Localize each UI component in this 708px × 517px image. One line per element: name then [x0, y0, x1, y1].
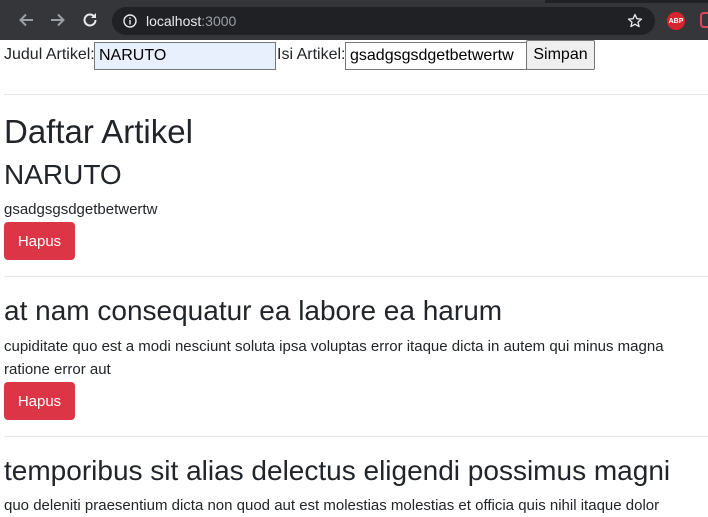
page-title: Daftar Artikel — [4, 113, 193, 150]
hapus-button[interactable]: Hapus — [4, 382, 75, 420]
isi-input[interactable]: gsadgsgsdgetbetwertw — [345, 42, 527, 70]
url-port: :3000 — [201, 13, 237, 29]
back-icon[interactable] — [15, 9, 37, 31]
address-bar[interactable]: localhost:3000 — [112, 7, 655, 35]
info-icon[interactable] — [123, 14, 137, 28]
active-tab-edge — [0, 0, 545, 3]
bookmark-star-icon[interactable] — [627, 13, 643, 29]
tab-strip — [0, 0, 708, 3]
simpan-button[interactable]: Simpan — [526, 40, 595, 70]
forward-icon[interactable] — [47, 9, 69, 31]
article-title: NARUTO — [4, 159, 122, 190]
judul-label: Judul Artikel: — [4, 46, 95, 63]
article-body: gsadgsgsdgetbetwertw — [4, 201, 158, 218]
extension-icon[interactable] — [700, 12, 708, 28]
divider — [4, 276, 708, 277]
article-body: quo deleniti praesentium dicta non quod … — [4, 497, 660, 514]
judul-input[interactable]: NARUTO — [94, 42, 276, 70]
isi-label: Isi Artikel: — [277, 46, 346, 63]
article-body: cupiditate quo est a modi nesciunt solut… — [4, 338, 664, 355]
adblock-icon[interactable]: ABP — [667, 12, 685, 30]
reload-icon[interactable] — [79, 9, 101, 31]
divider — [4, 94, 708, 95]
url-text[interactable]: localhost:3000 — [146, 13, 236, 29]
divider — [4, 436, 708, 437]
article-title: at nam consequatur ea labore ea harum — [4, 295, 503, 326]
hapus-button[interactable]: Hapus — [4, 222, 75, 260]
url-host: localhost — [146, 13, 202, 29]
article-body: ratione error aut — [4, 361, 111, 378]
article-form: Judul Artikel: NARUTO Isi Artikel: gsadg… — [4, 40, 708, 70]
article-title: temporibus sit alias delectus eligendi p… — [4, 455, 671, 486]
browser-toolbar: localhost:3000 ABP — [0, 0, 708, 40]
